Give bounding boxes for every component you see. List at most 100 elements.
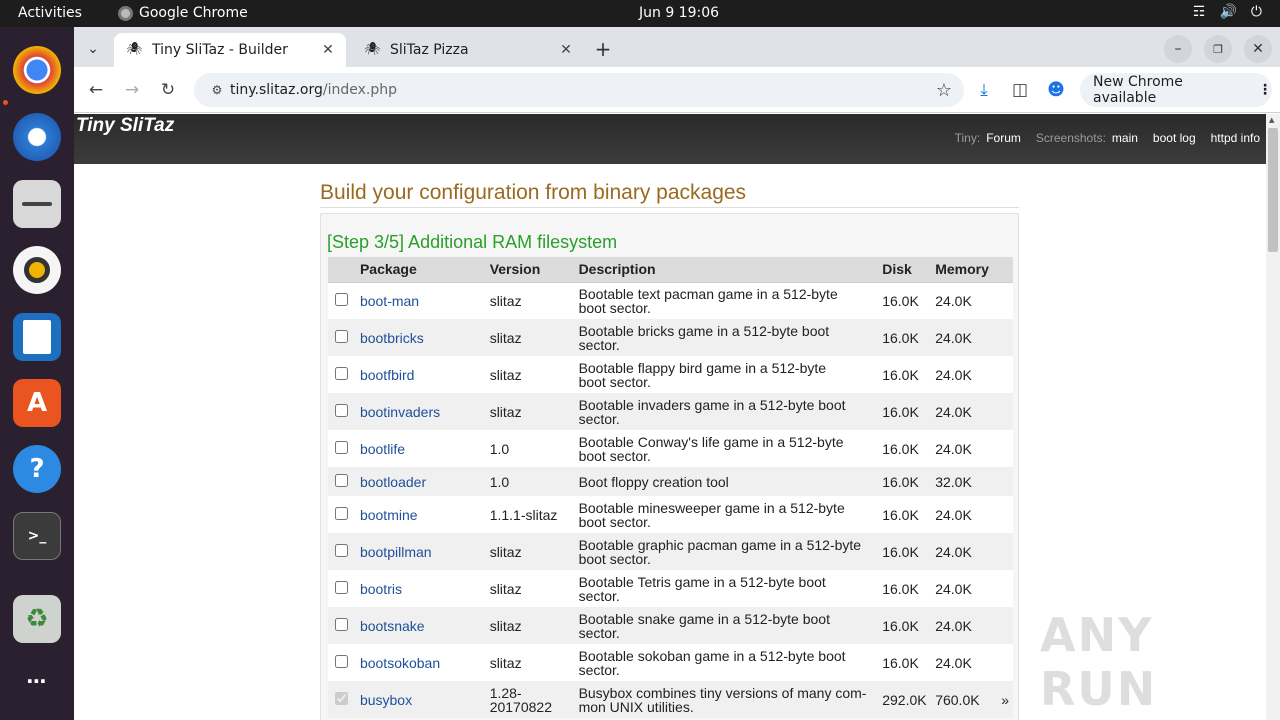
app-center-icon[interactable]: A [13,379,61,427]
package-checkbox[interactable] [335,330,349,343]
clock[interactable]: Jun 9 19:06 [639,5,719,21]
rhythmbox-icon[interactable] [13,246,61,294]
help-icon[interactable]: ? [13,445,61,493]
site-info-icon[interactable]: ⚙ [204,83,230,97]
package-memory: 24.0K [931,496,998,533]
minimize-button[interactable]: – [1164,35,1192,63]
show-apps-icon[interactable]: ⋯ [13,657,61,705]
nav-main-link[interactable]: main [1112,131,1138,145]
package-select-cell [328,496,356,533]
package-name-cell: bootinvaders [355,393,486,430]
col-memory: Memory [931,257,998,283]
libreoffice-writer-icon[interactable] [13,313,61,361]
package-link[interactable]: bootbricks [360,330,424,346]
nav-screenshots-label: Screenshots: [1035,131,1106,145]
back-button[interactable]: ← [82,76,110,104]
tab-search-button[interactable]: ⌄ [79,35,107,63]
close-icon[interactable]: ✕ [556,42,576,58]
package-link[interactable]: bootfbird [360,367,414,383]
package-memory: 32.0K [931,467,998,496]
side-panel-button[interactable]: ◫ [1006,76,1034,104]
package-link[interactable]: boot-man [360,293,419,309]
files-icon[interactable] [13,180,61,228]
package-link[interactable]: bootmine [360,507,418,523]
package-version: slitaz [485,393,575,430]
package-more[interactable] [997,496,1013,533]
package-more[interactable] [997,570,1013,607]
profile-button[interactable]: ☻ [1042,76,1070,104]
package-table-body: boot-man slitaz Bootable text pacman game … [328,282,1013,718]
activities-button[interactable]: Activities [18,5,82,21]
scroll-up-arrow-icon[interactable]: ▲ [1269,116,1274,124]
package-more[interactable]: » [997,681,1013,718]
package-description-line1: Boot floppy creation tool [578,473,729,490]
package-more[interactable] [997,282,1013,319]
scrollbar-thumb[interactable] [1268,128,1278,252]
package-link[interactable]: busybox [360,692,412,708]
package-disk: 16.0K [878,393,932,430]
maximize-button[interactable]: ❐ [1204,35,1232,63]
tab-slitaz-pizza[interactable]: 🕷 SliTaz Pizza ✕ [352,33,584,67]
site-logo[interactable]: Tiny SliTaz [76,115,174,137]
nav-httpd-info-link[interactable]: httpd info [1211,131,1260,145]
new-tab-button[interactable]: + [589,35,617,63]
downloads-button[interactable]: ⤓ [970,76,998,104]
package-select-cell [328,282,356,319]
table-row: bootfbird slitaz Bootable flappy bird game… [328,356,1013,393]
package-more[interactable] [997,356,1013,393]
package-checkbox[interactable] [335,507,349,520]
package-checkbox[interactable] [335,544,349,557]
package-checkbox[interactable] [335,655,349,668]
app-menu[interactable]: Google Chrome [118,5,248,21]
terminal-icon[interactable]: >_ [13,512,61,560]
package-more[interactable] [997,393,1013,430]
reload-button[interactable]: ↻ [154,76,182,104]
package-description-line2: boot sector. [578,299,651,316]
package-checkbox[interactable] [335,367,349,380]
package-link[interactable]: bootpillman [360,544,432,560]
forward-button[interactable]: → [118,76,146,104]
package-description-line2: boot sector. [578,550,651,567]
slitaz-favicon: 🕷 [126,42,143,57]
tab-tiny-slitaz-builder[interactable]: 🕷 Tiny SliTaz - Builder ✕ [114,33,346,67]
tab-title: Tiny SliTaz - Builder [152,42,288,58]
package-description-cell: Bootable sokoban game in a 512-byte boot… [574,644,879,681]
package-checkbox[interactable] [335,293,349,307]
minimize-icon: – [1174,41,1182,57]
table-row: boot-man slitaz Bootable text pacman game … [328,282,1013,319]
package-more[interactable] [997,467,1013,496]
package-memory: 24.0K [931,319,998,356]
star-icon[interactable]: ☆ [936,80,952,101]
chrome-icon[interactable] [13,46,61,94]
nav-boot-log-link[interactable]: boot log [1153,131,1196,145]
package-checkbox[interactable] [335,404,349,417]
package-link[interactable]: bootris [360,581,402,597]
close-window-button[interactable]: ✕ [1244,35,1272,63]
thunderbird-icon[interactable] [13,113,61,161]
package-link[interactable]: bootinvaders [360,404,440,420]
package-link[interactable]: bootloader [360,474,426,490]
package-more[interactable] [997,430,1013,467]
package-checkbox[interactable] [335,692,349,705]
trash-icon[interactable]: ♻ [13,595,61,643]
package-select-cell [328,393,356,430]
package-checkbox[interactable] [335,581,349,594]
package-checkbox[interactable] [335,618,349,631]
package-memory: 24.0K [931,356,998,393]
package-more[interactable] [997,607,1013,644]
package-link[interactable]: bootsokoban [360,655,440,671]
close-icon[interactable]: ✕ [318,42,338,58]
system-tray[interactable]: ☶ 🔊 ⏻ [1193,4,1262,20]
package-checkbox[interactable] [335,441,349,454]
package-link[interactable]: bootsnake [360,618,425,634]
package-more[interactable] [997,644,1013,681]
nav-forum-link[interactable]: Forum [986,131,1021,145]
package-more[interactable] [997,319,1013,356]
package-more[interactable] [997,533,1013,570]
table-row: busybox 1.28- 20170822 Busybox combines ti… [328,681,1013,718]
plus-icon: + [594,37,612,61]
package-checkbox[interactable] [335,474,349,487]
address-bar[interactable]: ⚙ tiny.slitaz.org/index.php ☆ [194,73,964,107]
new-chrome-available-button[interactable]: New Chrome available ⋮ [1080,73,1272,107]
package-link[interactable]: bootlife [360,441,405,457]
